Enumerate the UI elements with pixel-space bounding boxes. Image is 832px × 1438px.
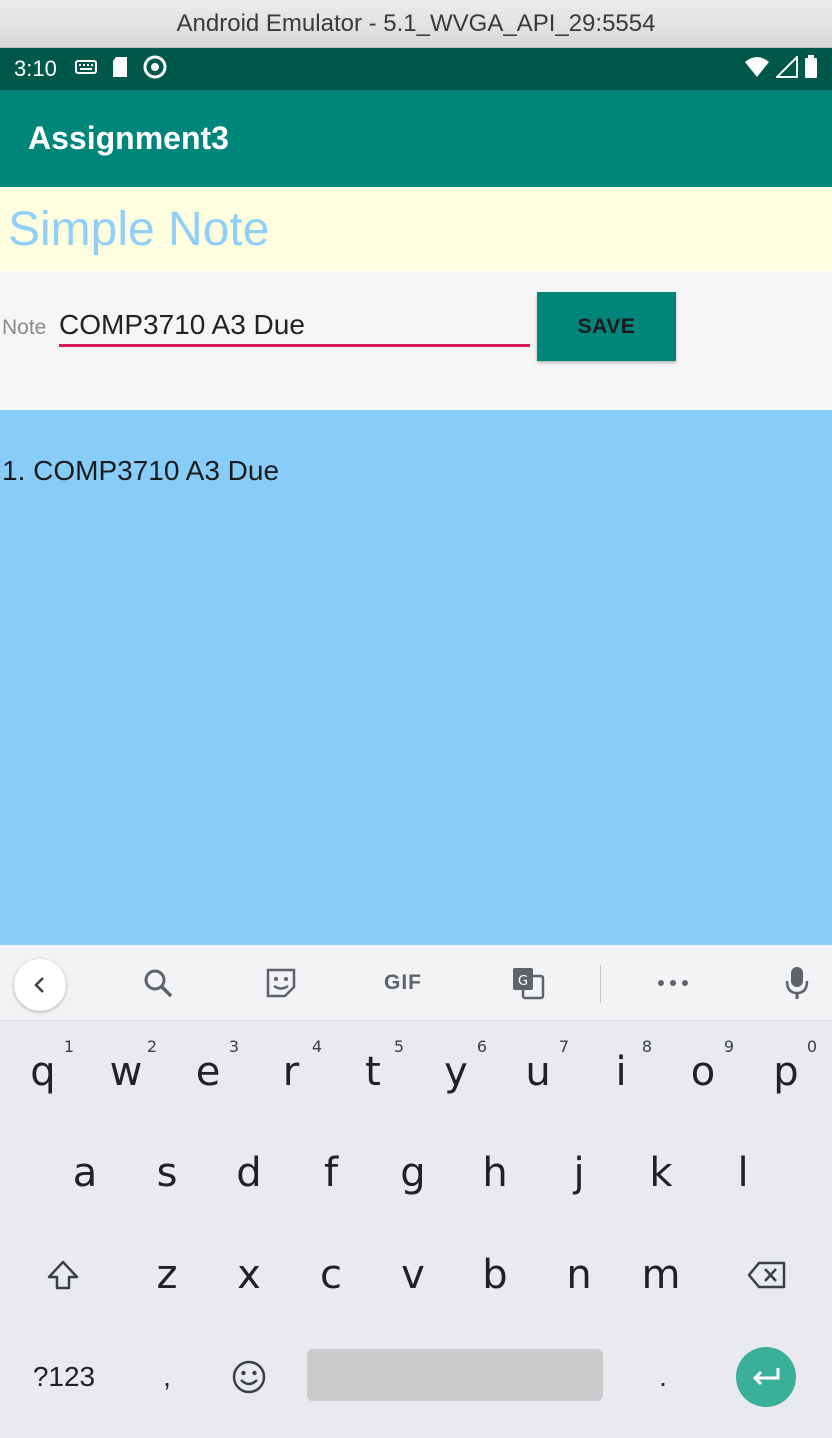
keyboard-row-3: z x c v b n m bbox=[0, 1224, 832, 1326]
key-n[interactable]: n bbox=[538, 1224, 620, 1326]
key-s[interactable]: s bbox=[126, 1122, 208, 1224]
key-h[interactable]: h bbox=[454, 1122, 536, 1224]
list-item[interactable]: 1. COMP3710 A3 Due bbox=[2, 455, 279, 487]
page-title: Simple Note bbox=[8, 202, 270, 256]
key-q[interactable]: q1 bbox=[2, 1021, 84, 1123]
key-b[interactable]: b bbox=[454, 1224, 536, 1326]
key-o[interactable]: o9 bbox=[662, 1021, 744, 1123]
period-key[interactable]: . bbox=[636, 1347, 690, 1407]
app-bar: Assignment3 bbox=[0, 90, 832, 187]
soft-keyboard: GIF G q1 w2 e3 r4 t5 y6 u7 i8 o9 p0 a s … bbox=[0, 945, 832, 1438]
back-icon[interactable] bbox=[14, 959, 66, 1011]
cell-signal-icon bbox=[774, 54, 798, 83]
gif-icon[interactable]: GIF bbox=[373, 963, 433, 1003]
sync-icon bbox=[143, 55, 167, 84]
window-title-bar: Android Emulator - 5.1_WVGA_API_29:5554 bbox=[0, 0, 832, 48]
key-r[interactable]: r4 bbox=[250, 1021, 332, 1123]
key-e[interactable]: e3 bbox=[167, 1021, 249, 1123]
note-input[interactable]: COMP3710 A3 Due bbox=[59, 291, 530, 347]
key-y[interactable]: y6 bbox=[415, 1021, 497, 1123]
key-d[interactable]: d bbox=[208, 1122, 290, 1224]
keyboard-toolbar: GIF G bbox=[0, 945, 832, 1021]
symbols-key[interactable]: ?123 bbox=[14, 1347, 114, 1407]
key-g[interactable]: g bbox=[372, 1122, 454, 1224]
key-t[interactable]: t5 bbox=[332, 1021, 414, 1123]
key-v[interactable]: v bbox=[372, 1224, 454, 1326]
save-button-label: SAVE bbox=[577, 314, 636, 338]
search-icon[interactable] bbox=[138, 963, 178, 1003]
key-l[interactable]: l bbox=[702, 1122, 784, 1224]
shift-icon[interactable] bbox=[22, 1224, 104, 1326]
comma-key[interactable]: , bbox=[140, 1347, 194, 1407]
keyboard-row-2: a s d f g h j k l bbox=[0, 1122, 832, 1224]
battery-icon bbox=[804, 54, 818, 84]
note-input-row: Note COMP3710 A3 Due bbox=[0, 271, 832, 410]
key-f[interactable]: f bbox=[290, 1122, 372, 1224]
sticker-icon[interactable] bbox=[261, 963, 301, 1003]
key-z[interactable]: z bbox=[126, 1224, 208, 1326]
space-key[interactable] bbox=[307, 1349, 603, 1401]
mic-icon[interactable] bbox=[777, 963, 817, 1003]
note-field-label: Note bbox=[2, 316, 47, 339]
key-i[interactable]: i8 bbox=[580, 1021, 662, 1123]
app-title: Assignment3 bbox=[28, 120, 229, 156]
note-list[interactable]: 1. COMP3710 A3 Due bbox=[0, 410, 832, 945]
wifi-icon bbox=[744, 56, 770, 83]
emoji-icon[interactable] bbox=[222, 1347, 276, 1407]
toolbar-divider bbox=[600, 965, 601, 1003]
sd-card-icon bbox=[111, 56, 129, 83]
enter-icon[interactable] bbox=[736, 1347, 796, 1407]
note-input-value: COMP3710 A3 Due bbox=[59, 309, 305, 340]
status-time: 3:10 bbox=[14, 56, 57, 81]
key-a[interactable]: a bbox=[44, 1122, 126, 1224]
svg-text:G: G bbox=[518, 974, 528, 989]
key-x[interactable]: x bbox=[208, 1224, 290, 1326]
main-content: Simple Note Note COMP3710 A3 Due SAVE 1.… bbox=[0, 187, 832, 945]
more-icon[interactable] bbox=[653, 963, 693, 1003]
status-bar: 3:10 bbox=[0, 48, 832, 90]
backspace-icon[interactable] bbox=[726, 1224, 808, 1326]
key-w[interactable]: w2 bbox=[85, 1021, 167, 1123]
keyboard-row-1: q1 w2 e3 r4 t5 y6 u7 i8 o9 p0 bbox=[0, 1021, 832, 1123]
header-band: Simple Note bbox=[0, 187, 832, 271]
save-button[interactable]: SAVE bbox=[537, 292, 676, 361]
keyboard-icon bbox=[74, 59, 97, 79]
key-c[interactable]: c bbox=[290, 1224, 372, 1326]
window-title: Android Emulator - 5.1_WVGA_API_29:5554 bbox=[176, 9, 656, 37]
key-m[interactable]: m bbox=[620, 1224, 702, 1326]
key-j[interactable]: j bbox=[538, 1122, 620, 1224]
key-k[interactable]: k bbox=[620, 1122, 702, 1224]
key-u[interactable]: u7 bbox=[497, 1021, 579, 1123]
translate-icon[interactable]: G bbox=[508, 963, 548, 1003]
key-p[interactable]: p0 bbox=[745, 1021, 827, 1123]
gif-label: GIF bbox=[384, 971, 422, 994]
